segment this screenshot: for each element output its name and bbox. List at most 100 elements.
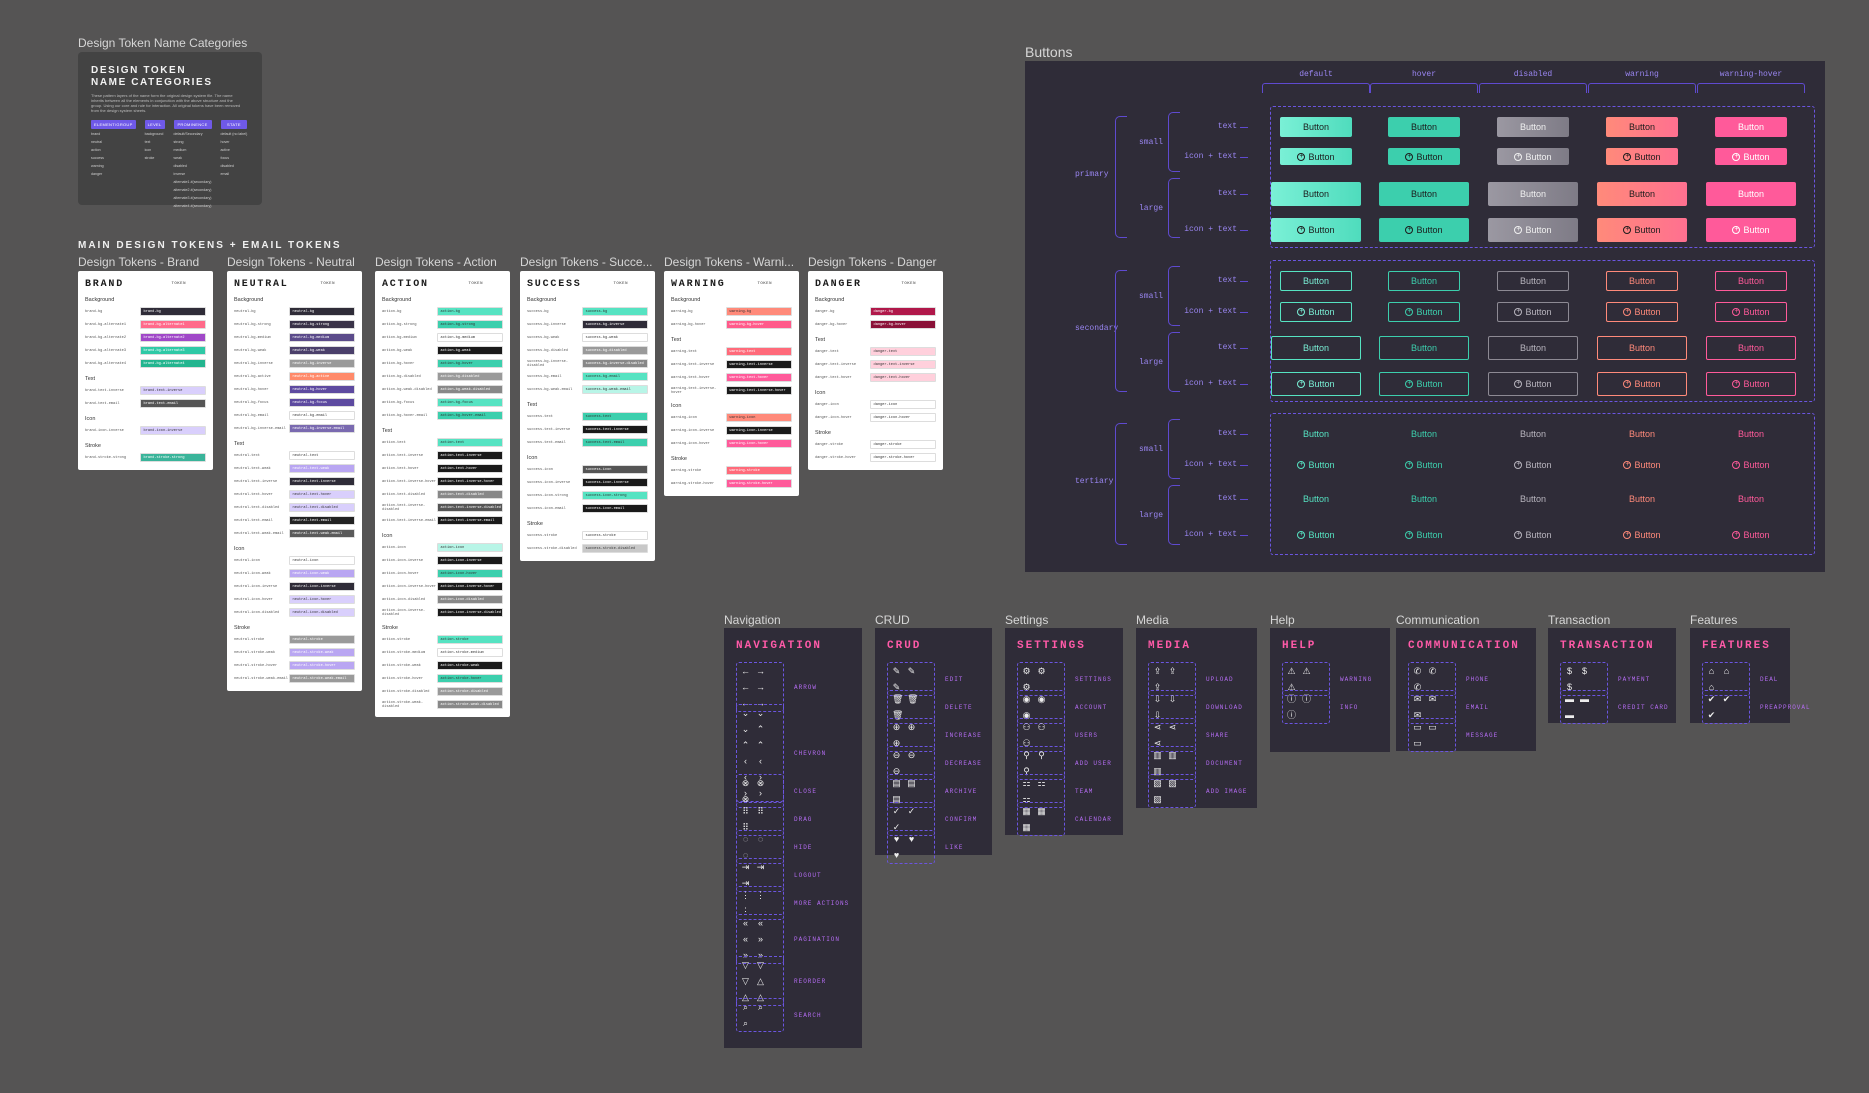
document-icon[interactable]: ▥ xyxy=(1168,750,1177,760)
token-swatch[interactable]: brand-text-email xyxy=(139,399,206,408)
button-primary-default[interactable]: + Button xyxy=(1280,148,1352,165)
button-tertiary-hover[interactable]: + Button xyxy=(1388,455,1460,475)
token-swatch[interactable]: action-icon-hover xyxy=(436,569,503,578)
token-swatch[interactable]: success-bg-email xyxy=(581,372,648,381)
close-icon[interactable]: ⊗ xyxy=(741,778,750,788)
icon-panel-label[interactable]: Transaction xyxy=(1548,613,1610,627)
token-swatch[interactable]: success-stroke-disabled xyxy=(581,544,648,553)
button-tertiary-warning-hover[interactable]: Button xyxy=(1706,489,1796,509)
token-swatch[interactable]: action-bg-medium xyxy=(436,333,503,342)
token-swatch[interactable]: neutral-text-weak xyxy=(288,464,355,473)
more-actions-icon[interactable]: ⋮ xyxy=(741,890,750,900)
token-swatch[interactable]: neutral-bg-weak xyxy=(288,346,355,355)
add-user-icon[interactable]: ⚲ xyxy=(1037,750,1046,760)
token-swatch[interactable]: action-text-disabled xyxy=(436,490,503,499)
credit-card-icon[interactable]: ▬ xyxy=(1580,694,1589,704)
settings-icon[interactable]: ⚙ xyxy=(1022,666,1031,676)
token-swatch[interactable]: neutral-icon-inverse xyxy=(288,582,355,591)
token-swatch[interactable]: success-bg-weak xyxy=(581,333,648,342)
token-swatch[interactable]: neutral-stroke-hover xyxy=(288,661,355,670)
info-icon[interactable]: ⓘ xyxy=(1287,694,1296,704)
payment-icon[interactable]: $ xyxy=(1565,666,1574,676)
chevron-icon[interactable]: ⌃ xyxy=(741,740,750,750)
email-icon[interactable]: ✉ xyxy=(1428,694,1437,704)
token-swatch[interactable]: action-bg xyxy=(436,307,503,316)
button-tertiary-disabled[interactable]: + Button xyxy=(1497,455,1569,475)
token-swatch[interactable]: danger-text-hover xyxy=(869,373,936,382)
arrow-icon[interactable]: ← xyxy=(741,682,750,692)
button-tertiary-warning[interactable]: + Button xyxy=(1606,455,1678,475)
pagination-icon[interactable]: « xyxy=(741,918,750,928)
logout-icon[interactable]: ⇥ xyxy=(741,862,750,872)
token-swatch[interactable]: danger-icon xyxy=(869,400,936,409)
token-swatch[interactable]: brand-icon-inverse xyxy=(139,426,206,435)
icon-panel-label[interactable]: CRUD xyxy=(875,613,910,627)
token-swatch[interactable]: brand-text-inverse xyxy=(139,386,206,395)
token-swatch[interactable]: success-stroke xyxy=(581,531,648,540)
button-secondary-default[interactable]: + Button xyxy=(1271,372,1361,396)
token-swatch[interactable]: action-bg-weak-disabled xyxy=(436,385,503,394)
token-swatch[interactable]: success-bg xyxy=(581,307,648,316)
chevron-icon[interactable]: ⌄ xyxy=(741,708,750,718)
upload-icon[interactable]: ⇪ xyxy=(1153,666,1162,676)
calendar-icon[interactable]: ▦ xyxy=(1022,806,1031,816)
token-swatch[interactable]: success-text-inverse xyxy=(581,425,648,434)
button-primary-hover[interactable]: Button xyxy=(1379,182,1469,206)
token-swatch[interactable]: neutral-bg-inverse-email xyxy=(288,424,355,433)
button-tertiary-warning[interactable]: Button xyxy=(1597,489,1687,509)
button-secondary-warning[interactable]: + Button xyxy=(1597,372,1687,396)
button-secondary-warning-hover[interactable]: Button xyxy=(1715,271,1787,291)
token-swatch[interactable]: danger-stroke xyxy=(869,440,936,449)
token-swatch[interactable]: warning-stroke-hover xyxy=(725,479,792,488)
download-icon[interactable]: ⇩ xyxy=(1168,694,1177,704)
icon-panel-label[interactable]: Settings xyxy=(1005,613,1048,627)
categories-frame-label[interactable]: Design Token Name Categories xyxy=(78,36,247,50)
token-swatch[interactable]: warning-text-hover xyxy=(725,373,792,382)
token-swatch[interactable]: action-bg-disabled xyxy=(436,372,503,381)
icon-panel-label[interactable]: Media xyxy=(1136,613,1169,627)
close-icon[interactable]: ⊗ xyxy=(756,778,765,788)
token-swatch[interactable]: neutral-bg-medium xyxy=(288,333,355,342)
share-icon[interactable]: ⋖ xyxy=(1168,722,1177,732)
token-swatch[interactable]: neutral-icon-hover xyxy=(288,595,355,604)
token-swatch[interactable]: brand-bg-alternate1 xyxy=(139,320,206,329)
archive-icon[interactable]: ▤ xyxy=(907,778,916,788)
search-icon[interactable]: ⌕ xyxy=(741,1018,750,1028)
token-swatch[interactable]: action-stroke xyxy=(436,635,503,644)
token-swatch[interactable]: neutral-bg-inverse xyxy=(288,359,355,368)
button-tertiary-default[interactable]: + Button xyxy=(1280,455,1352,475)
chevron-icon[interactable]: ⌄ xyxy=(756,708,765,718)
button-tertiary-disabled[interactable]: Button xyxy=(1497,424,1569,444)
download-icon[interactable]: ⇩ xyxy=(1153,694,1162,704)
add-image-icon[interactable]: ▧ xyxy=(1153,794,1162,804)
token-swatch[interactable]: warning-icon-hover xyxy=(725,439,792,448)
arrow-icon[interactable]: → xyxy=(756,682,765,692)
button-secondary-disabled[interactable]: + Button xyxy=(1488,372,1578,396)
button-primary-disabled[interactable]: + Button xyxy=(1488,218,1578,242)
button-tertiary-disabled[interactable]: Button xyxy=(1488,489,1578,509)
deal-icon[interactable]: ⌂ xyxy=(1707,666,1716,676)
token-swatch[interactable]: action-stroke-weak xyxy=(436,661,503,670)
increase-icon[interactable]: ⊕ xyxy=(892,722,901,732)
button-secondary-hover[interactable]: + Button xyxy=(1388,302,1460,322)
button-primary-warning-hover[interactable]: + Button xyxy=(1706,218,1796,242)
token-swatch[interactable]: brand-bg xyxy=(139,307,206,316)
token-swatch[interactable]: neutral-stroke xyxy=(288,635,355,644)
team-icon[interactable]: ⚏ xyxy=(1037,778,1046,788)
confirm-icon[interactable]: ✓ xyxy=(892,806,901,816)
button-secondary-warning[interactable]: + Button xyxy=(1606,302,1678,322)
like-icon[interactable]: ♥ xyxy=(892,850,901,860)
token-swatch[interactable]: warning-bg xyxy=(725,307,792,316)
token-card-label[interactable]: Design Tokens - Danger xyxy=(808,255,944,269)
token-swatch[interactable]: neutral-text-inverse xyxy=(288,477,355,486)
info-icon[interactable]: ⓘ xyxy=(1302,694,1311,704)
token-swatch[interactable]: neutral-icon-disabled xyxy=(288,608,355,617)
settings-icon[interactable]: ⚙ xyxy=(1037,666,1046,676)
team-icon[interactable]: ⚏ xyxy=(1022,778,1031,788)
token-swatch[interactable]: danger-bg xyxy=(869,307,936,316)
credit-card-icon[interactable]: ▬ xyxy=(1565,710,1574,720)
chevron-icon[interactable]: ⌃ xyxy=(756,724,765,734)
token-swatch[interactable]: action-bg-hover-email xyxy=(436,411,503,420)
token-swatch[interactable]: danger-bg-hover xyxy=(869,320,936,329)
token-swatch[interactable]: danger-text xyxy=(869,347,936,356)
